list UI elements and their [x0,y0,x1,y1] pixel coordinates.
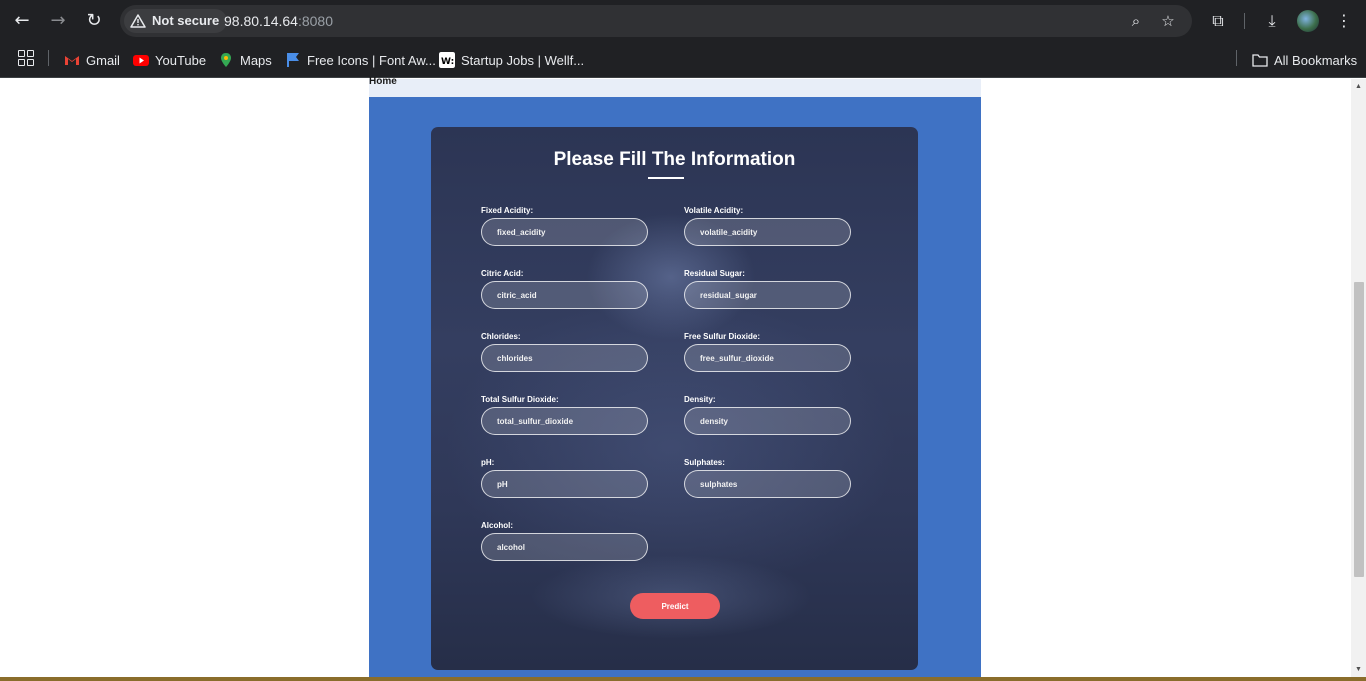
home-link[interactable]: Home [369,76,397,87]
extensions-icon[interactable]: ⧉ [1206,9,1230,33]
bookmark-youtube[interactable]: YouTube [133,50,206,70]
scroll-down-icon[interactable]: ▼ [1354,665,1363,674]
residual-sugar-input[interactable] [684,281,851,309]
svg-text:W:: W: [441,57,454,67]
field-label: Alcohol: [481,521,513,530]
all-bookmarks[interactable]: All Bookmarks [1252,50,1357,70]
bookmark-gmail[interactable]: Gmail [64,50,120,70]
bookmark-maps[interactable]: Maps [218,50,272,70]
field-chlorides: Chlorides: [481,332,648,372]
warning-icon [130,14,146,28]
nav-bar: Home [369,76,981,97]
profile-avatar[interactable] [1297,10,1319,32]
alcohol-input[interactable] [481,533,648,561]
wellfound-icon: W: [439,52,455,68]
scroll-up-icon[interactable]: ▲ [1354,82,1363,91]
bookmark-label: YouTube [155,52,207,68]
bookmark-wellfound[interactable]: W: Startup Jobs | Wellf... [439,50,584,70]
folder-icon [1252,54,1268,67]
field-label: Free Sulfur Dioxide: [684,332,761,341]
bookmarks-bar: Gmail YouTube Maps Free Icons | Font Aw.… [0,42,1366,78]
field-label: Density: [684,395,716,404]
zoom-icon[interactable]: ⌕ [1126,11,1146,31]
url-text[interactable]: 98.80.14.64:8080 [224,13,333,29]
page-viewport: Home Please Fill The Information Fixed A… [0,76,1366,681]
field-label: pH: [481,458,495,467]
field-alcohol: Alcohol: [481,521,648,561]
bookmarks-divider [1236,50,1237,66]
field-ph: pH: [481,458,648,498]
apps-grid-icon[interactable] [18,50,34,66]
volatile-acidity-input[interactable] [684,218,851,246]
free-sulfur-dioxide-input[interactable] [684,344,851,372]
scroll-thumb[interactable] [1354,282,1364,577]
all-bookmarks-label: All Bookmarks [1274,52,1358,68]
bookmark-label: Gmail [86,52,120,68]
sulphates-input[interactable] [684,470,851,498]
bookmark-label: Free Icons | Font Aw... [307,52,436,68]
scrollbar[interactable]: ▲ ▼ [1351,79,1366,677]
bookmark-star-icon[interactable]: ☆ [1158,11,1178,31]
title-underline [648,177,684,179]
field-fixed-acidity: Fixed Acidity: [481,206,648,246]
field-label: Total Sulfur Dioxide: [481,395,559,404]
field-total-sulfur-dioxide: Total Sulfur Dioxide: [481,395,648,435]
browser-toolbar: ← → ↻ Not secure 98.80.14.64:8080 ⌕ ☆ ⧉ … [0,0,1366,42]
form-card: Please Fill The Information Fixed Acidit… [431,127,918,670]
total-sulfur-dioxide-input[interactable] [481,407,648,435]
field-label: Fixed Acidity: [481,206,534,215]
field-label: Volatile Acidity: [684,206,744,215]
bookmark-label: Startup Jobs | Wellf... [461,52,585,68]
gmail-icon [65,56,79,65]
download-icon[interactable]: ⤓ [1260,9,1284,33]
flag-icon [287,53,299,67]
citric-acid-input[interactable] [481,281,648,309]
maps-pin-icon [221,53,231,67]
security-label: Not secure [152,13,220,28]
field-label: Sulphates: [684,458,725,467]
bookmark-label: Maps [240,52,272,68]
url-host: 98.80.14.64 [224,13,298,29]
forward-arrow-icon[interactable]: → [46,9,70,33]
ph-input[interactable] [481,470,648,498]
back-arrow-icon[interactable]: ← [10,9,34,33]
bottom-edge [0,677,1366,681]
fixed-acidity-input[interactable] [481,218,648,246]
bookmarks-divider [48,50,49,66]
field-sulphates: Sulphates: [684,458,851,498]
predict-button[interactable]: Predict [630,593,720,619]
field-residual-sugar: Residual Sugar: [684,269,851,309]
field-label: Chlorides: [481,332,521,341]
reload-icon[interactable]: ↻ [82,9,106,33]
more-menu-icon[interactable]: ⋮ [1332,9,1356,33]
field-label: Citric Acid: [481,269,524,278]
field-density: Density: [684,395,851,435]
field-citric-acid: Citric Acid: [481,269,648,309]
toolbar-divider [1244,13,1245,29]
chlorides-input[interactable] [481,344,648,372]
youtube-icon [133,55,149,66]
density-input[interactable] [684,407,851,435]
bookmark-font-awesome[interactable]: Free Icons | Font Aw... [285,50,436,70]
address-bar[interactable]: Not secure 98.80.14.64:8080 ⌕ ☆ [120,5,1192,37]
field-label: Residual Sugar: [684,269,745,278]
field-free-sulfur-dioxide: Free Sulfur Dioxide: [684,332,851,372]
security-chip[interactable]: Not secure [124,9,228,33]
url-port: :8080 [297,13,334,29]
form-title: Please Fill The Information [553,149,796,170]
field-volatile-acidity: Volatile Acidity: [684,206,851,246]
page-container: Home Please Fill The Information Fixed A… [369,76,981,677]
